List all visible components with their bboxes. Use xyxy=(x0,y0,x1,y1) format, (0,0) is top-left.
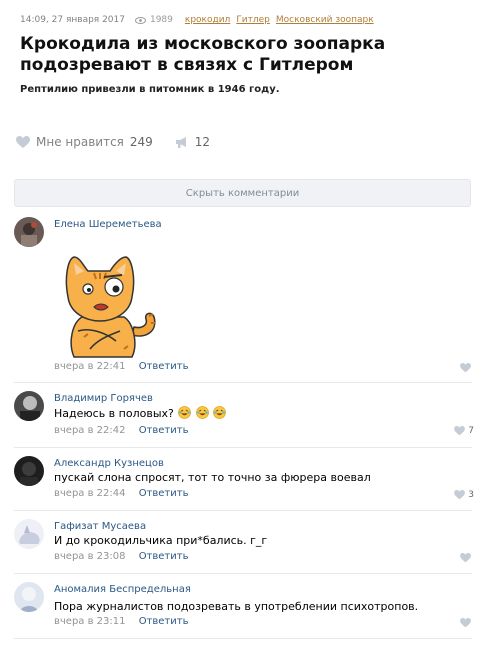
laughing-emoji-icon xyxy=(195,406,209,419)
post-actions: Мне нравится 249 12 xyxy=(16,135,210,149)
tag-link[interactable]: Московский зоопарк xyxy=(276,15,374,25)
comment-like[interactable] xyxy=(460,553,474,563)
divider xyxy=(14,447,472,448)
post-subtitle: Рептилию привезли в питомник в 1946 году… xyxy=(20,84,280,95)
comment-author[interactable]: Александр Кузнецов xyxy=(54,458,164,469)
share-count: 12 xyxy=(194,135,211,149)
comment-like-count: 7 xyxy=(468,426,474,436)
comment-time[interactable]: вчера в 23:08 xyxy=(54,551,126,562)
avatar[interactable] xyxy=(14,456,44,486)
avatar[interactable] xyxy=(14,391,44,421)
comment-text: И до крокодильчика при*бались. г_г xyxy=(54,534,268,547)
avatar[interactable] xyxy=(14,519,44,549)
reply-link[interactable]: Ответить xyxy=(139,361,189,372)
reply-link[interactable]: Ответить xyxy=(139,616,189,627)
comment-footer: вчера в 23:08 Ответить xyxy=(54,551,188,562)
comment-text: Пора журналистов подозревать в употребле… xyxy=(54,600,419,613)
comment-like[interactable] xyxy=(460,363,474,373)
heart-icon[interactable] xyxy=(454,490,466,500)
comment-like[interactable]: 3 xyxy=(454,490,474,500)
comment: Владимир Горячев Надеюсь в половых? вчер… xyxy=(14,391,474,441)
like-label[interactable]: Мне нравится xyxy=(36,135,124,149)
cat-sticker-image xyxy=(65,256,156,358)
post-date: 14:09, 27 января 2017 xyxy=(20,15,125,25)
heart-icon[interactable] xyxy=(460,553,471,563)
avatar[interactable] xyxy=(14,582,44,612)
divider xyxy=(14,382,472,383)
comment-time[interactable]: вчера в 22:44 xyxy=(54,488,126,499)
post-meta: 14:09, 27 января 2017 1989 крокодил Гитл… xyxy=(20,15,374,25)
comment-author[interactable]: Аномалия Беспредельная xyxy=(54,584,191,595)
reply-link[interactable]: Ответить xyxy=(139,425,189,436)
like-count: 249 xyxy=(129,135,153,149)
comment: Елена Шереметьева вчера в 22:41 Ответить xyxy=(14,217,474,377)
tag-link[interactable]: Гитлер xyxy=(236,15,270,25)
comment-author[interactable]: Владимир Горячев xyxy=(54,393,153,404)
comment-like-count: 3 xyxy=(468,490,474,500)
divider xyxy=(14,638,472,639)
comment-text: пускай слона спросят, тот то точно за фю… xyxy=(54,471,371,484)
comment-author[interactable]: Елена Шереметьева xyxy=(54,219,162,230)
laughing-emoji-icon xyxy=(178,406,192,419)
post-title: Крокодила из московского зоопарка подозр… xyxy=(20,34,386,75)
heart-icon[interactable] xyxy=(454,426,466,436)
comment: Александр Кузнецов пускай слона спросят,… xyxy=(14,456,474,506)
views-count: 1989 xyxy=(149,15,173,25)
comment: Гафизат Мусаева И до крокодильчика при*б… xyxy=(14,519,474,569)
comment-like[interactable]: 7 xyxy=(454,426,474,436)
comment: Аномалия Беспредельная Пора журналистов … xyxy=(14,582,474,632)
comment-footer: вчера в 22:44 Ответить xyxy=(54,488,188,499)
avatar[interactable] xyxy=(14,217,44,247)
reply-link[interactable]: Ответить xyxy=(139,551,189,562)
hide-comments-button[interactable]: Скрыть комментарии xyxy=(14,179,471,207)
reply-link[interactable]: Ответить xyxy=(139,488,189,499)
comment-footer: вчера в 22:41 Ответить xyxy=(54,361,188,372)
divider xyxy=(14,573,472,574)
comment-footer: вчера в 22:42 Ответить xyxy=(54,425,188,436)
megaphone-icon[interactable] xyxy=(175,136,189,148)
eye-icon xyxy=(134,16,146,24)
comment-time[interactable]: вчера в 22:42 xyxy=(54,425,126,436)
laughing-emoji-icon xyxy=(213,406,227,419)
comment-text-content: Надеюсь в половых? xyxy=(54,407,174,420)
tag-link[interactable]: крокодил xyxy=(185,15,230,25)
comment-text: Надеюсь в половых? xyxy=(54,406,227,420)
divider xyxy=(14,510,472,511)
comment-footer: вчера в 23:11 Ответить xyxy=(54,616,188,627)
heart-icon[interactable] xyxy=(460,618,471,628)
comment-time[interactable]: вчера в 23:11 xyxy=(54,616,126,627)
heart-icon[interactable] xyxy=(460,363,471,373)
heart-icon[interactable] xyxy=(16,135,30,149)
comment-like[interactable] xyxy=(460,618,474,628)
comment-time[interactable]: вчера в 22:41 xyxy=(54,361,126,372)
comment-author[interactable]: Гафизат Мусаева xyxy=(54,521,146,532)
